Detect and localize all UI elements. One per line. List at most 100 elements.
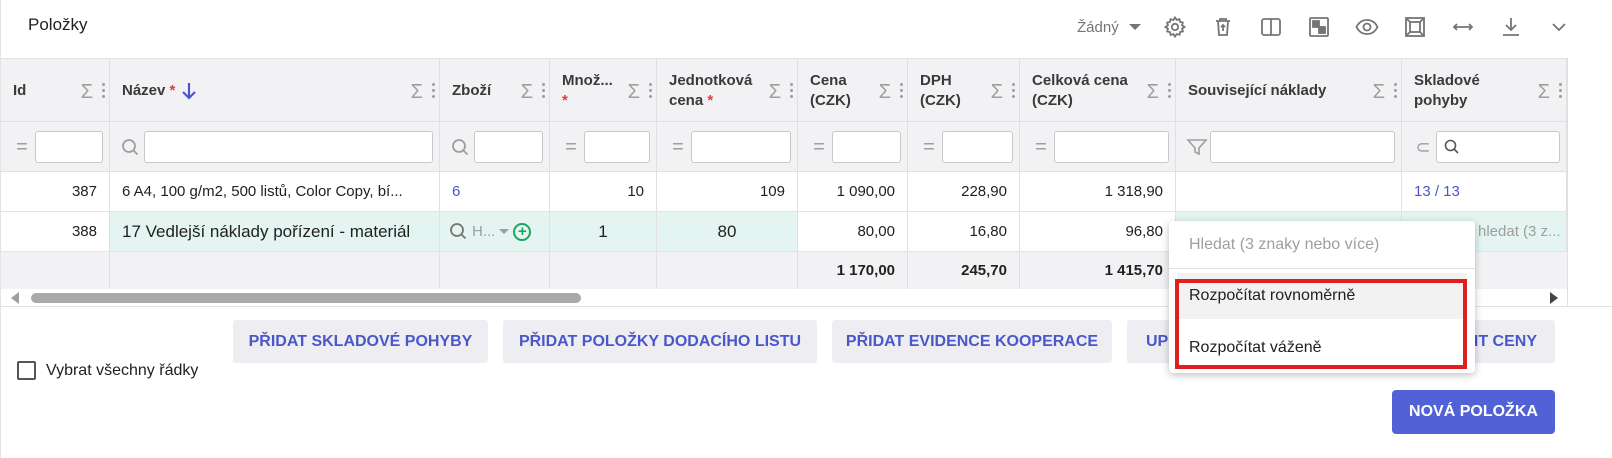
- preset-select[interactable]: Žádný: [1077, 19, 1151, 36]
- add-circle-icon[interactable]: +: [513, 222, 532, 241]
- cell-celkova-cena: 96,80: [1020, 212, 1176, 251]
- sort-arrow-down-icon[interactable]: [179, 81, 199, 101]
- cell-souvisejici[interactable]: [1176, 172, 1402, 211]
- dropdown-search-input[interactable]: Hledat (3 znaky nebo více): [1169, 221, 1475, 269]
- cell-sklad-link[interactable]: 13 / 13: [1402, 172, 1567, 211]
- delete-icon[interactable]: [1199, 10, 1247, 44]
- sigma-icon[interactable]: Σ: [1147, 81, 1159, 104]
- col-header-nazev[interactable]: Název * Σ: [110, 59, 440, 123]
- sigma-icon[interactable]: Σ: [769, 81, 781, 104]
- download-icon[interactable]: [1487, 10, 1535, 44]
- filter-input-cena[interactable]: [832, 131, 901, 163]
- equals-icon[interactable]: =: [1028, 136, 1054, 159]
- filter-input-zbozi[interactable]: [474, 131, 543, 163]
- menu-dots-icon[interactable]: [1167, 81, 1171, 99]
- eye-icon[interactable]: [1343, 10, 1391, 44]
- filter-zbozi: [440, 122, 550, 172]
- expand-width-icon[interactable]: [1439, 10, 1487, 44]
- col-header-celkova-cena[interactable]: Celková cena (CZK) Σ: [1020, 59, 1176, 123]
- table-row[interactable]: 387 6 A4, 100 g/m2, 500 listů, Color Cop…: [1, 172, 1612, 212]
- columns-icon[interactable]: [1247, 10, 1295, 44]
- col-header-zbozi[interactable]: Zboží Σ: [440, 59, 550, 123]
- filter-input-jednotkova-cena[interactable]: [691, 131, 791, 163]
- cell-zbozi-editor[interactable]: H... +: [440, 212, 550, 251]
- col-header-souvisejici-naklady[interactable]: Související náklady Σ: [1176, 59, 1402, 123]
- col-header-id[interactable]: Id Σ: [1, 59, 110, 123]
- filter-souvisejici: [1176, 122, 1402, 172]
- filter-input-celkova-cena[interactable]: [1054, 131, 1169, 163]
- sigma-icon[interactable]: Σ: [521, 81, 533, 104]
- sum-dph: 245,70: [908, 252, 1020, 289]
- add-delivery-note-items-button[interactable]: PŘIDAT POLOŽKY DODACÍHO LISTU: [503, 320, 817, 363]
- select-all-rows[interactable]: Vybrat všechny řádky: [17, 361, 198, 380]
- vertical-scrollbar[interactable]: [1567, 58, 1612, 306]
- equals-icon[interactable]: =: [916, 136, 942, 159]
- zbozi-value: H...: [472, 223, 496, 240]
- cell-jednotkova-cena[interactable]: 80: [657, 212, 798, 251]
- menu-dots-icon[interactable]: [1011, 81, 1015, 99]
- col-label: Množ... *: [562, 72, 613, 109]
- sigma-icon[interactable]: Σ: [991, 81, 1003, 104]
- sum-empty: [440, 252, 550, 289]
- search-icon: [452, 139, 469, 156]
- cell-mnozstvi[interactable]: 1: [550, 212, 657, 251]
- search-icon: [1444, 139, 1459, 154]
- menu-dots-icon[interactable]: [1393, 81, 1397, 99]
- sigma-icon[interactable]: Σ: [879, 81, 891, 104]
- filter-input-souvisejici[interactable]: [1210, 131, 1395, 163]
- cell-id: 388: [1, 212, 110, 251]
- layout-icon[interactable]: [1295, 10, 1343, 44]
- menu-dots-icon[interactable]: [101, 81, 105, 99]
- cell-nazev[interactable]: 6 A4, 100 g/m2, 500 listů, Color Copy, b…: [110, 172, 440, 211]
- caret-down-icon[interactable]: [499, 229, 510, 234]
- scroll-right-icon[interactable]: [1550, 292, 1558, 304]
- cell-nazev[interactable]: 17 Vedlejší náklady pořízení - materiál: [110, 212, 440, 251]
- cell-jednotkova-cena[interactable]: 109: [657, 172, 798, 211]
- funnel-icon[interactable]: [1184, 137, 1210, 157]
- col-header-jednotkova-cena[interactable]: Jednotková cena * Σ: [657, 59, 798, 123]
- new-item-button[interactable]: NOVÁ POLOŽKA: [1392, 390, 1555, 434]
- search-icon: [122, 139, 139, 156]
- menu-dots-icon[interactable]: [899, 81, 903, 99]
- add-stock-moves-button[interactable]: PŘIDAT SKLADOVÉ POHYBY: [233, 320, 488, 363]
- col-header-dph[interactable]: DPH (CZK) Σ: [908, 59, 1020, 123]
- col-header-cena[interactable]: Cena (CZK) Σ: [798, 59, 908, 123]
- cell-zbozi-link[interactable]: 6: [440, 172, 550, 211]
- equals-icon[interactable]: =: [9, 136, 35, 159]
- sigma-icon[interactable]: Σ: [411, 81, 423, 104]
- sigma-icon[interactable]: Σ: [628, 81, 640, 104]
- col-header-mnozstvi[interactable]: Množ... * Σ: [550, 59, 657, 123]
- checkbox[interactable]: [17, 361, 36, 380]
- menu-dots-icon[interactable]: [1558, 81, 1562, 99]
- filter-input-sklad[interactable]: [1436, 131, 1560, 163]
- filter-celkova-cena: =: [1020, 122, 1176, 172]
- equals-icon[interactable]: =: [558, 136, 584, 159]
- equals-icon[interactable]: =: [665, 136, 691, 159]
- col-header-skladove-pohyby[interactable]: Skladové pohyby Σ: [1402, 59, 1567, 123]
- cell-mnozstvi[interactable]: 10: [550, 172, 657, 211]
- col-label: Skladové pohyby: [1414, 72, 1480, 109]
- filter-input-id[interactable]: [35, 131, 103, 163]
- subset-icon[interactable]: ⊂: [1410, 137, 1436, 158]
- filter-input-dph[interactable]: [942, 131, 1013, 163]
- menu-dots-icon[interactable]: [789, 81, 793, 99]
- sum-celkova: 1 415,70: [1020, 252, 1176, 289]
- sigma-icon[interactable]: Σ: [1373, 81, 1385, 104]
- gear-icon[interactable]: [1151, 10, 1199, 44]
- menu-dots-icon[interactable]: [541, 81, 545, 99]
- add-cooperation-records-button[interactable]: PŘIDAT EVIDENCE KOOPERACE: [832, 320, 1112, 363]
- frame-icon[interactable]: [1391, 10, 1439, 44]
- equals-icon[interactable]: =: [806, 136, 832, 159]
- sigma-icon[interactable]: Σ: [1538, 81, 1550, 104]
- filter-input-mnozstvi[interactable]: [584, 131, 650, 163]
- scroll-thumb[interactable]: [31, 293, 581, 303]
- sigma-icon[interactable]: Σ: [81, 81, 93, 104]
- menu-dots-icon[interactable]: [431, 81, 435, 99]
- menu-dots-icon[interactable]: [648, 81, 652, 99]
- filter-nazev: [110, 122, 440, 172]
- filter-input-nazev[interactable]: [144, 131, 433, 163]
- chevron-down-icon[interactable]: [1535, 10, 1583, 44]
- filter-row: = = = = = = ⊂: [1, 122, 1612, 172]
- scroll-left-icon[interactable]: [11, 292, 19, 304]
- col-label: Cena (CZK): [810, 72, 851, 109]
